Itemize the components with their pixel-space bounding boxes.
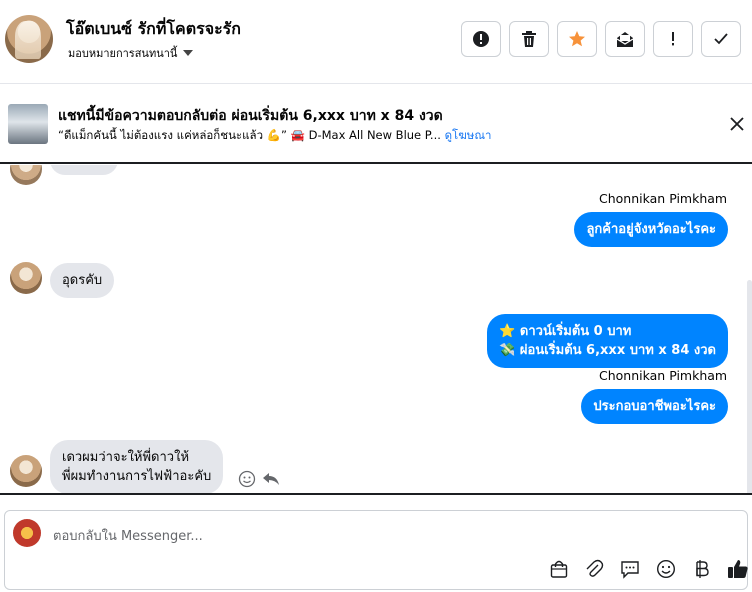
shopping-bag-icon (550, 560, 568, 578)
message-bubble-incoming[interactable]: เดวผมว่าจะให้พี่ดาวให้ พี่ผมทำงานการไฟฟ้… (50, 440, 224, 493)
reply-icon[interactable] (262, 471, 280, 487)
message-bubble-outgoing[interactable]: ⭐ ดาวน์เริ่มต้น 0 บาท 💸 ผ่อนเริ่มต้น 6,x… (487, 314, 728, 368)
close-icon (730, 117, 744, 131)
assign-label: มอบหมายการสนทนานี้ (68, 47, 178, 60)
reply-composer[interactable]: ตอบกลับใน Messenger... (4, 510, 748, 590)
emoji-icon (656, 559, 676, 579)
sender-name: Chonnikan Pimkham (599, 191, 728, 206)
ad-context-banner: แชทนี้มีข้อความตอบกลับต่อ ผ่อนเริ่มต้น 6… (0, 84, 752, 164)
message-bubble-outgoing[interactable]: ประกอบอาชีพอะไรคะ (581, 389, 728, 424)
close-banner-button[interactable] (726, 113, 748, 135)
ad-description-text: “ดีแม็กคันนี้ ไม่ต้องแรง แค่หล่อก็ชนะแล้… (58, 128, 441, 142)
message-thread[interactable]: Chonnikan Pimkham ลูกค้าอยู่จังหวัดอะไรค… (0, 165, 752, 495)
exclamation-icon (672, 32, 674, 46)
assign-conversation-dropdown[interactable]: มอบหมายการสนทนานี้ (68, 44, 194, 62)
message-bubble-outgoing[interactable]: ลูกค้าอยู่จังหวัดอะไรคะ (574, 212, 728, 247)
message-line: 💸 ผ่อนเริ่มต้น 6,xxx บาท x 84 งวด (499, 343, 716, 358)
check-icon (714, 33, 728, 45)
contact-name[interactable]: โอ๊ตเบนซ์ รักที่โคตรจะรัก (66, 17, 241, 42)
contact-avatar-small (10, 165, 42, 185)
message-line: เดวผมว่าจะให้พี่ดาวให้ (62, 450, 190, 465)
star-icon (569, 31, 585, 47)
view-ad-link[interactable]: ดูโฆษณา (445, 128, 492, 142)
like-button[interactable] (727, 558, 749, 580)
done-button[interactable] (701, 21, 741, 57)
saved-reply-icon (621, 561, 639, 579)
message-line: พี่ผมทำงานการไฟฟ้าอะคับ (62, 469, 212, 484)
delete-button[interactable] (509, 21, 549, 57)
trash-icon (522, 31, 536, 47)
paperclip-icon (586, 559, 604, 577)
baht-icon (696, 560, 709, 578)
emoji-button[interactable] (655, 558, 677, 580)
report-button[interactable] (461, 21, 501, 57)
saved-reply-button[interactable] (619, 558, 641, 580)
star-button[interactable] (557, 21, 597, 57)
contact-avatar-small (10, 455, 42, 487)
react-emoji-icon[interactable] (238, 470, 256, 488)
shopping-bag-button[interactable] (548, 558, 570, 580)
ad-description: “ดีแม็กคันนี้ ไม่ต้องแรง แค่หล่อก็ชนะแล้… (58, 127, 491, 145)
envelope-open-icon (616, 32, 634, 47)
chevron-down-icon (183, 50, 194, 56)
attach-button[interactable] (583, 558, 605, 580)
inbox-conversation: โอ๊ตเบนซ์ รักที่โคตรจะรัก มอบหมายการสนทน… (0, 0, 752, 592)
contact-avatar[interactable] (5, 15, 53, 63)
spam-button[interactable] (653, 21, 693, 57)
message-bubble-incoming[interactable] (50, 165, 118, 175)
mark-unread-button[interactable] (605, 21, 645, 57)
contact-avatar-small (10, 262, 42, 294)
ad-title: แชทนี้มีข้อความตอบกลับต่อ ผ่อนเริ่มต้น 6… (58, 108, 443, 124)
payment-button[interactable] (691, 558, 713, 580)
reply-input[interactable]: ตอบกลับใน Messenger... (53, 525, 203, 546)
alert-circle-icon (473, 31, 489, 47)
scrollbar[interactable] (747, 280, 752, 493)
sender-name: Chonnikan Pimkham (599, 368, 728, 383)
message-bubble-incoming[interactable]: อุดรคับ (50, 263, 115, 298)
ad-thumbnail[interactable] (8, 104, 48, 144)
thumbs-up-icon (728, 560, 748, 578)
page-avatar (13, 519, 41, 547)
conversation-header: โอ๊ตเบนซ์ รักที่โคตรจะรัก มอบหมายการสนทน… (0, 0, 752, 84)
message-line: ⭐ ดาวน์เริ่มต้น 0 บาท (499, 324, 632, 339)
